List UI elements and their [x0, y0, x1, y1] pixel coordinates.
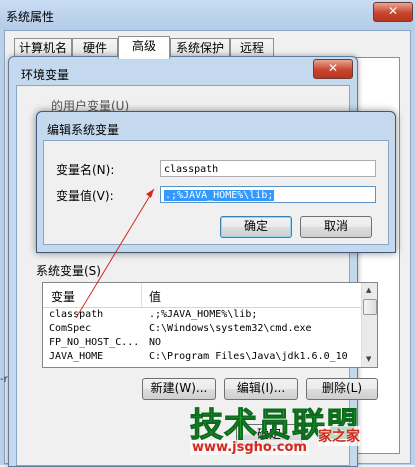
delete-variable-button[interactable]: 删除(L): [306, 378, 378, 400]
variable-name-value: classpath: [164, 164, 219, 175]
column-header-value[interactable]: 值: [149, 288, 161, 305]
tab-hardware[interactable]: 硬件: [72, 38, 118, 58]
system-properties-close-button[interactable]: ✕: [373, 2, 413, 22]
variable-value-input[interactable]: .;%JAVA_HOME%\lib;: [160, 186, 376, 203]
system-properties-titlebar[interactable]: 系统属性 ✕: [0, 0, 415, 30]
edit-dialog-title: 编辑系统变量: [47, 123, 120, 137]
edit-variable-button[interactable]: 编辑(I)...: [224, 378, 298, 400]
row-variable-name: FP_NO_HOST_C...: [49, 337, 140, 348]
environment-variables-title: 环境变量: [21, 68, 70, 82]
watermark-red-text: 家之家: [318, 426, 360, 446]
close-icon: ✕: [387, 4, 399, 18]
new-variable-button[interactable]: 新建(W)...: [142, 378, 216, 400]
tab-advanced[interactable]: 高级: [118, 36, 170, 59]
system-properties-title: 系统属性: [6, 10, 55, 24]
variable-name-input[interactable]: classpath: [160, 160, 376, 177]
scrollbar-thumb[interactable]: [363, 299, 377, 315]
scroll-down-icon[interactable]: ▼: [366, 355, 371, 363]
row-variable-name: JAVA_HOME: [49, 351, 104, 362]
close-icon: ✕: [327, 61, 339, 75]
variable-value-selected-text: .;%JAVA_HOME%\lib;: [164, 190, 275, 201]
row-variable-value: C:\Windows\system32\cmd.exe: [149, 323, 312, 334]
edit-dialog-ok-button[interactable]: 确定: [220, 216, 292, 238]
system-variables-list[interactable]: 变量 值 classpath .;%JAVA_HOME%\lib; ComSpe…: [42, 282, 378, 368]
environment-variables-close-button[interactable]: ✕: [313, 59, 353, 79]
watermark-url: www.jsgho.com: [190, 440, 309, 455]
tab-computer-name[interactable]: 计算机名: [14, 38, 72, 58]
scroll-up-icon[interactable]: ▲: [366, 286, 371, 294]
variable-value-label: 变量值(V):: [56, 189, 114, 203]
row-variable-name: ComSpec: [49, 323, 92, 334]
table-row[interactable]: FP_NO_HOST_C... NO: [43, 337, 363, 351]
row-variable-value: .;%JAVA_HOME%\lib;: [149, 309, 258, 320]
list-scrollbar[interactable]: ▲ ▼: [361, 283, 377, 367]
edit-system-variable-dialog: 编辑系统变量 变量名(N): classpath 变量值(V): .;%JAVA…: [36, 111, 396, 253]
edit-dialog-body: 变量名(N): classpath 变量值(V): .;%JAVA_HOME%\…: [43, 140, 389, 245]
tab-system-protection[interactable]: 系统保护: [170, 38, 230, 58]
system-variables-label: 系统变量(S): [36, 264, 101, 278]
table-row[interactable]: classpath .;%JAVA_HOME%\lib;: [43, 309, 363, 323]
table-row[interactable]: JAVA_HOME C:\Program Files\Java\jdk1.6.0…: [43, 351, 363, 365]
column-separator[interactable]: [141, 283, 142, 307]
edit-dialog-cancel-button[interactable]: 取消: [300, 216, 372, 238]
row-variable-value: NO: [149, 337, 162, 348]
column-header-variable[interactable]: 变量: [51, 288, 75, 305]
row-variable-value: C:\Program Files\Java\jdk1.6.0_10: [149, 351, 348, 362]
list-header: 变量 值: [43, 283, 363, 308]
tab-remote[interactable]: 远程: [230, 38, 274, 58]
table-row[interactable]: ComSpec C:\Windows\system32\cmd.exe: [43, 323, 363, 337]
variable-name-label: 变量名(N):: [56, 163, 115, 177]
row-variable-name: classpath: [49, 309, 104, 320]
